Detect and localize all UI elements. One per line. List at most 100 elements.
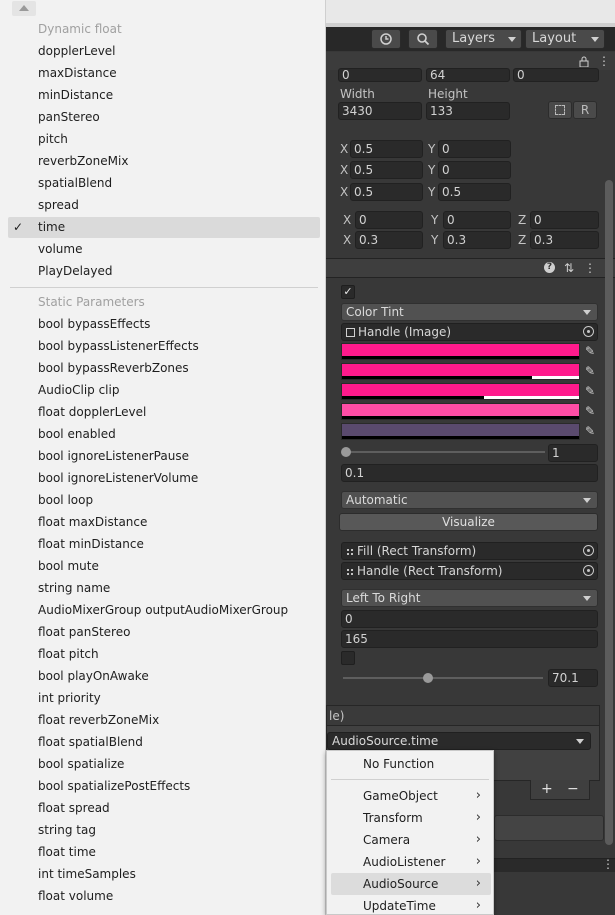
- height-field[interactable]: 133: [426, 102, 510, 120]
- target-graphic-field[interactable]: Handle (Image): [341, 323, 598, 341]
- width-field[interactable]: 3430: [338, 102, 422, 120]
- anchor-min-y-field[interactable]: 0: [438, 140, 511, 158]
- lock-icon[interactable]: [579, 56, 589, 67]
- menu-item-static[interactable]: bool ignoreListenerVolume: [8, 468, 320, 489]
- transition-dropdown[interactable]: Color Tint: [341, 303, 598, 321]
- value-field[interactable]: 70.1: [548, 669, 598, 687]
- anchor-max-x-field[interactable]: 0.5: [350, 161, 423, 179]
- scroll-up-button[interactable]: [12, 1, 36, 16]
- menu-item-static[interactable]: int timeSamples: [8, 864, 320, 885]
- pos-z-field[interactable]: 0: [513, 68, 599, 82]
- submenu-item-audiolistener[interactable]: AudioListener ›: [331, 851, 491, 873]
- eyedropper-icon[interactable]: ✎: [582, 403, 598, 419]
- search-button[interactable]: [408, 29, 438, 49]
- rotation-z-field[interactable]: 0: [530, 211, 599, 229]
- menu-item-playdelayed[interactable]: PlayDelayed: [8, 261, 320, 282]
- add-listener-button[interactable]: +: [541, 780, 553, 798]
- scale-y-field[interactable]: 0.3: [443, 231, 511, 249]
- object-picker-icon[interactable]: [583, 565, 594, 576]
- menu-item-static[interactable]: AudioMixerGroup outputAudioMixerGroup: [8, 600, 320, 621]
- function-dropdown[interactable]: AudioSource.time: [327, 732, 591, 750]
- eyedropper-icon[interactable]: ✎: [582, 363, 598, 379]
- color-field[interactable]: [341, 343, 580, 360]
- layers-dropdown[interactable]: Layers: [445, 29, 522, 49]
- fade-duration-field[interactable]: 0.1: [341, 464, 598, 482]
- submenu-item-camera[interactable]: Camera ›: [331, 829, 491, 851]
- submenu-item-audiosource[interactable]: AudioSource ›: [331, 873, 491, 895]
- menu-item-spatialblend[interactable]: spatialBlend: [8, 173, 320, 194]
- blueprint-mode-button[interactable]: [548, 101, 572, 119]
- eyedropper-icon[interactable]: ✎: [582, 383, 598, 399]
- menu-item-spread[interactable]: spread: [8, 195, 320, 216]
- menu-item-static[interactable]: bool spatialize: [8, 754, 320, 775]
- max-value-field[interactable]: 165: [341, 630, 598, 648]
- menu-item-static[interactable]: string name: [8, 578, 320, 599]
- raw-edit-button[interactable]: R: [573, 101, 597, 119]
- eyedropper-icon[interactable]: ✎: [582, 343, 598, 359]
- menu-item-static[interactable]: float spread: [8, 798, 320, 819]
- fade-multiplier-track[interactable]: [345, 451, 545, 453]
- presets-icon[interactable]: ⇅: [564, 260, 574, 276]
- menu-item-static[interactable]: int priority: [8, 688, 320, 709]
- menu-item-maxdistance[interactable]: maxDistance: [8, 63, 320, 84]
- whole-numbers-checkbox[interactable]: [341, 651, 355, 665]
- menu-item-static[interactable]: bool mute: [8, 556, 320, 577]
- anchor-min-x-field[interactable]: 0.5: [350, 140, 423, 158]
- menu-item-static[interactable]: float maxDistance: [8, 512, 320, 533]
- layout-dropdown[interactable]: Layout: [525, 29, 605, 49]
- slider-component-header[interactable]: ? ⇅ ⋮: [326, 258, 615, 278]
- menu-item-static[interactable]: bool loop: [8, 490, 320, 511]
- menu-item-static[interactable]: float panStereo: [8, 622, 320, 643]
- object-picker-icon[interactable]: [583, 545, 594, 556]
- rotation-x-field[interactable]: 0: [355, 211, 423, 229]
- pos-y-field[interactable]: 64: [426, 68, 510, 82]
- history-button[interactable]: [371, 29, 401, 49]
- menu-item-static[interactable]: float pitch: [8, 644, 320, 665]
- component-menu-icon[interactable]: ⋮: [584, 260, 596, 276]
- menu-item-dopplerlevel[interactable]: dopplerLevel: [8, 41, 320, 62]
- color-field[interactable]: [341, 423, 580, 440]
- menu-item-static[interactable]: string tag: [8, 820, 320, 841]
- menu-item-static[interactable]: bool enabled: [8, 424, 320, 445]
- menu-item-static[interactable]: bool playOnAwake: [8, 666, 320, 687]
- color-field[interactable]: [341, 403, 580, 420]
- menu-item-static[interactable]: AudioClip clip: [8, 380, 320, 401]
- menu-item-static[interactable]: float reverbZoneMix: [8, 710, 320, 731]
- menu-item-panstereo[interactable]: panStereo: [8, 107, 320, 128]
- scale-z-field[interactable]: 0.3: [530, 231, 599, 249]
- anchor-max-y-field[interactable]: 0: [438, 161, 511, 179]
- menu-item-static[interactable]: bool bypassListenerEffects: [8, 336, 320, 357]
- eyedropper-icon[interactable]: ✎: [582, 423, 598, 439]
- kebab-menu-icon[interactable]: ⋮: [602, 857, 614, 871]
- submenu-item-transform[interactable]: Transform ›: [331, 807, 491, 829]
- submenu-item-gameobject[interactable]: GameObject ›: [331, 785, 491, 807]
- submenu-item-updatetime[interactable]: UpdateTime ›: [331, 895, 491, 914]
- object-picker-icon[interactable]: [583, 326, 594, 337]
- direction-dropdown[interactable]: Left To Right: [341, 589, 598, 607]
- handle-rect-field[interactable]: Handle (Rect Transform): [341, 562, 598, 580]
- rotation-y-field[interactable]: 0: [443, 211, 511, 229]
- color-field[interactable]: [341, 363, 580, 380]
- menu-item-mindistance[interactable]: minDistance: [8, 85, 320, 106]
- help-icon[interactable]: ?: [544, 262, 555, 273]
- menu-item-static[interactable]: bool bypassEffects: [8, 314, 320, 335]
- visualize-button[interactable]: Visualize: [339, 513, 598, 531]
- interactable-checkbox[interactable]: ✓: [341, 285, 355, 299]
- scale-x-field[interactable]: 0.3: [355, 231, 423, 249]
- fade-multiplier-thumb[interactable]: [341, 447, 351, 457]
- navigation-dropdown[interactable]: Automatic: [341, 491, 598, 509]
- min-value-field[interactable]: 0: [341, 610, 598, 628]
- menu-item-reverbzonemix[interactable]: reverbZoneMix: [8, 151, 320, 172]
- value-slider-thumb[interactable]: [423, 673, 433, 683]
- menu-item-static[interactable]: float time: [8, 842, 320, 863]
- value-slider-track[interactable]: [343, 677, 543, 679]
- menu-item-static[interactable]: bool spatializePostEffects: [8, 776, 320, 797]
- pivot-y-field[interactable]: 0.5: [438, 183, 511, 201]
- menu-item-time[interactable]: ✓ time: [8, 217, 320, 238]
- pos-x-field[interactable]: 0: [338, 68, 422, 82]
- pivot-x-field[interactable]: 0.5: [350, 183, 423, 201]
- menu-item-volume[interactable]: volume: [8, 239, 320, 260]
- menu-item-static[interactable]: float minDistance: [8, 534, 320, 555]
- menu-item-static[interactable]: float spatialBlend: [8, 732, 320, 753]
- menu-item-static[interactable]: bool ignoreListenerPause: [8, 446, 320, 467]
